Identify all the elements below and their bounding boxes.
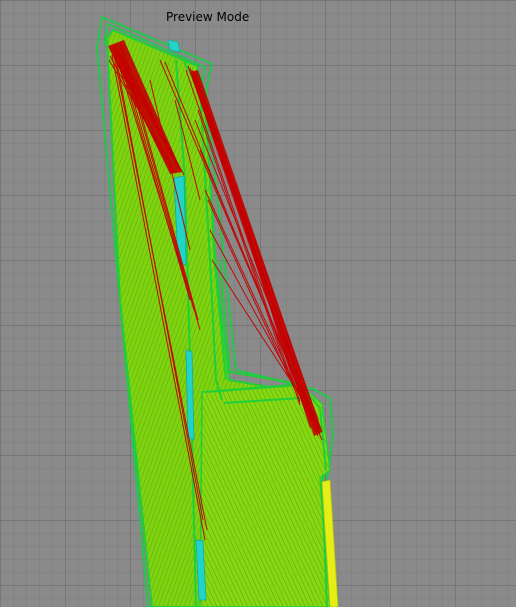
preview-mode-label: Preview Mode [166, 10, 250, 24]
layer-preview-canvas[interactable] [0, 0, 516, 607]
3d-preview-viewport[interactable]: Preview Mode [0, 0, 516, 607]
